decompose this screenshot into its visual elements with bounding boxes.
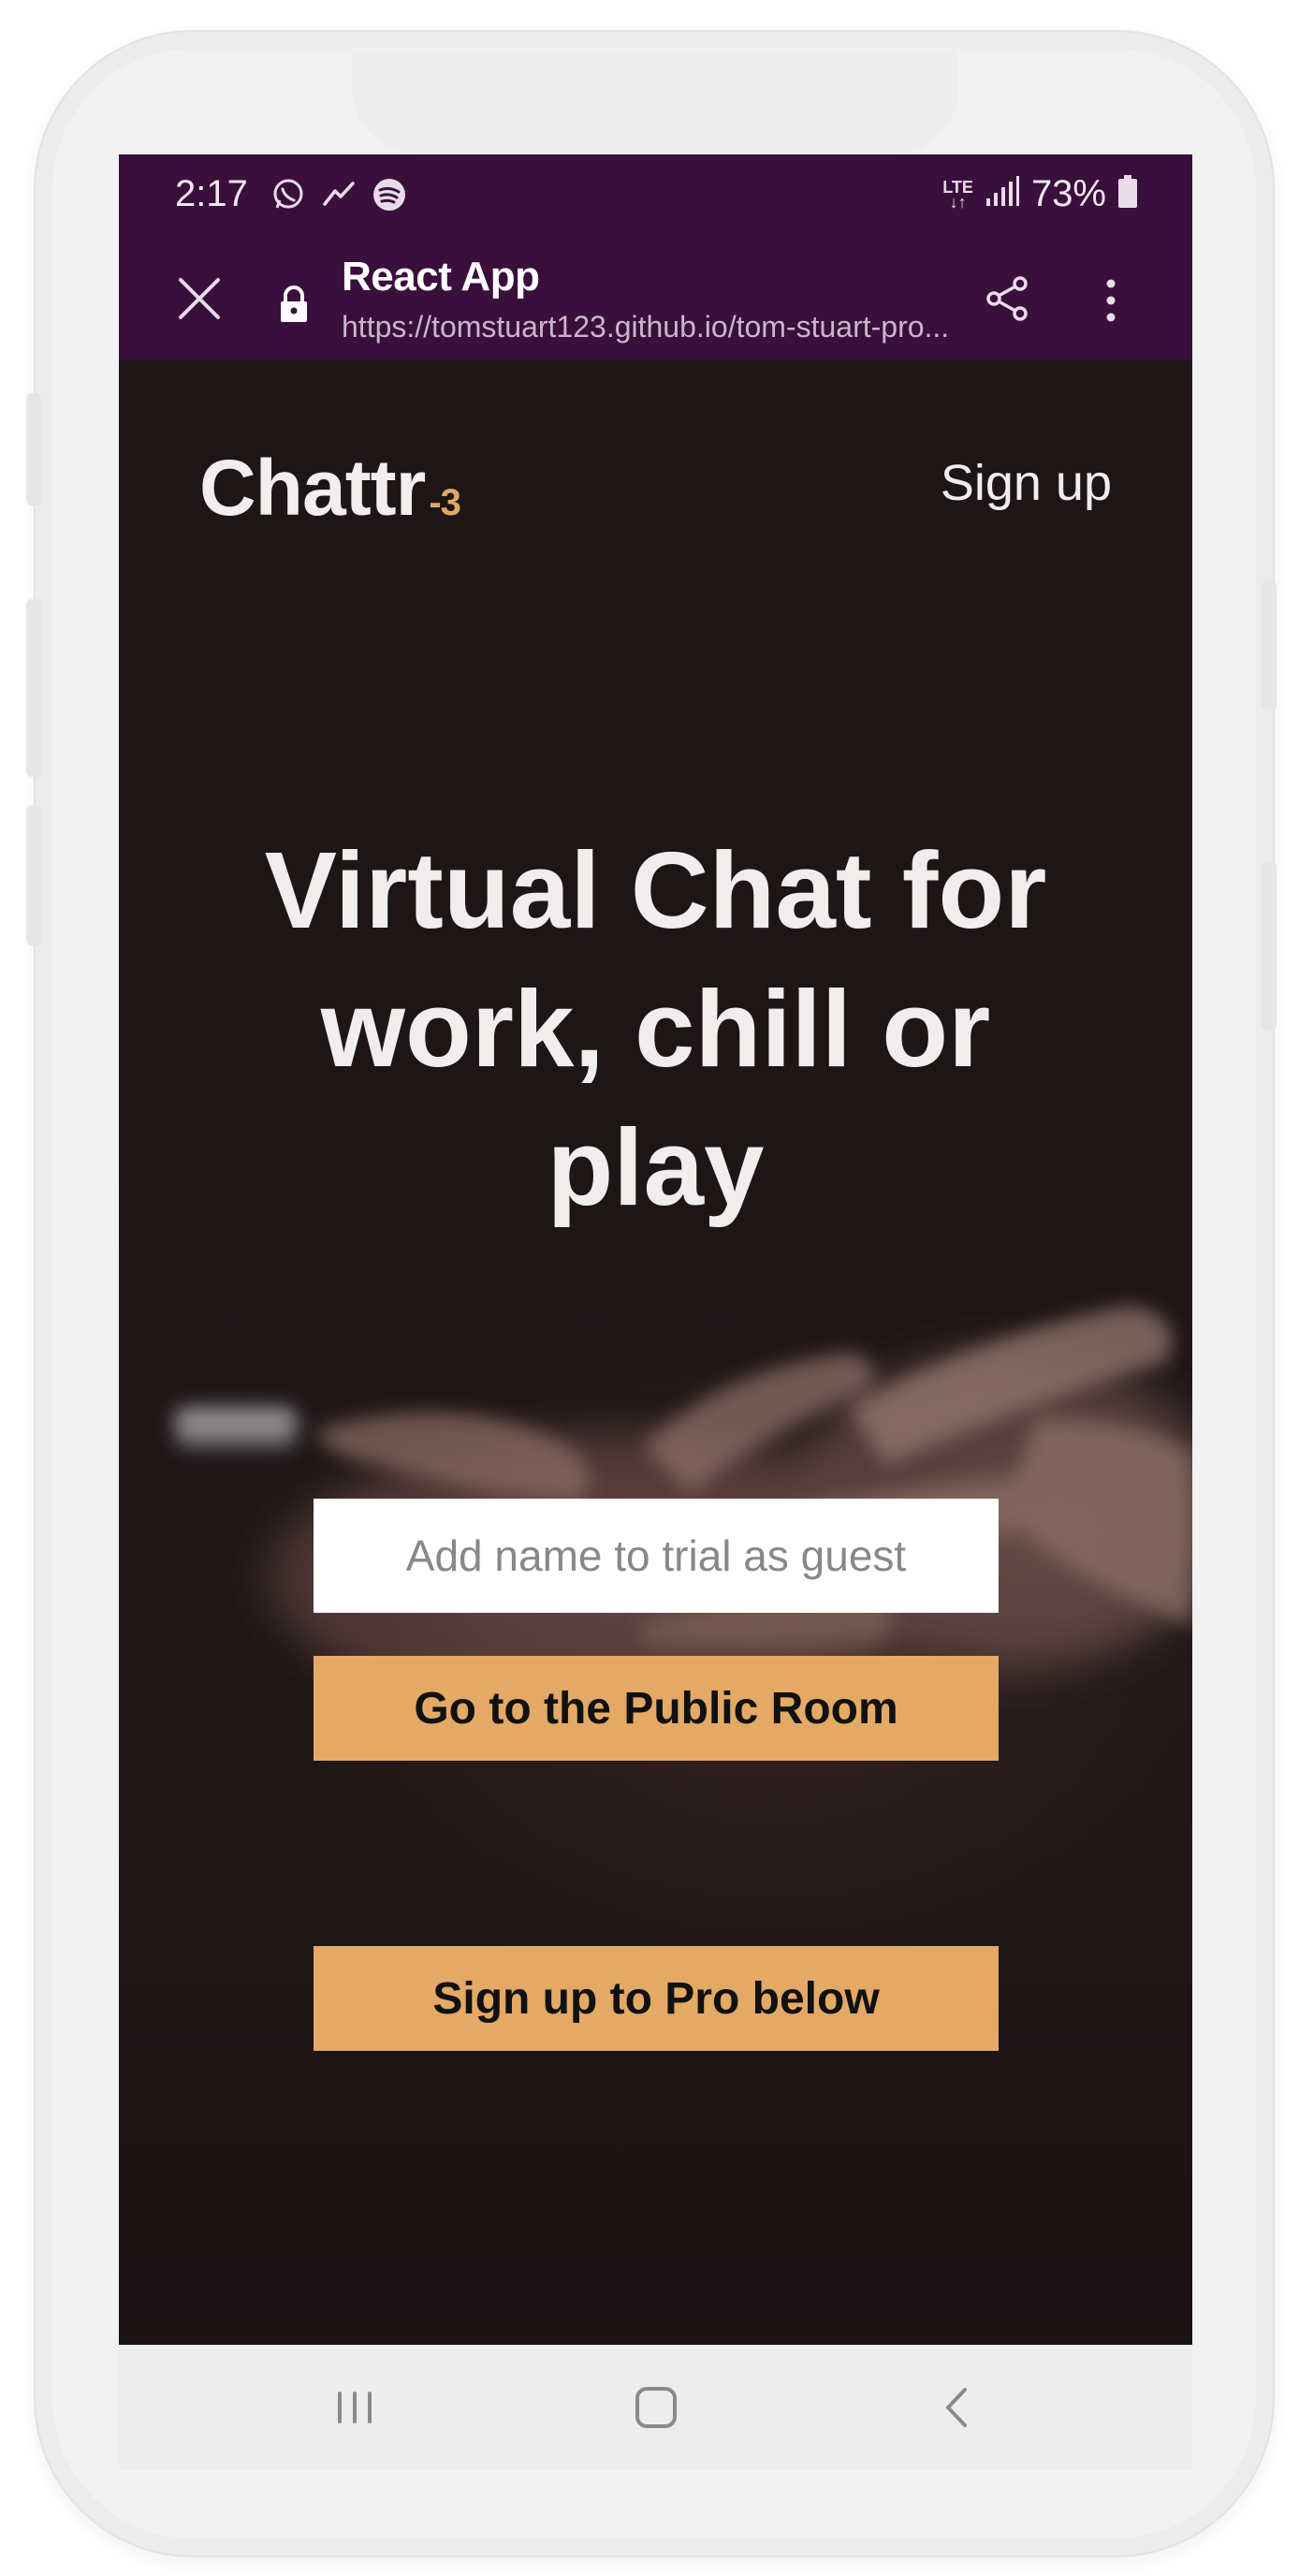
signal-icon — [985, 176, 1020, 212]
guest-name-input[interactable] — [314, 1499, 999, 1613]
phone-side-button — [26, 805, 41, 945]
close-icon[interactable] — [175, 274, 224, 323]
phone-notch — [352, 51, 958, 154]
status-time: 2:17 — [175, 173, 248, 214]
logo-suffix: -3 — [429, 482, 461, 523]
whatsapp-icon — [270, 177, 306, 212]
lock-icon — [278, 285, 310, 323]
hero-title: Virtual Chat for work, chill or play — [175, 821, 1136, 1237]
home-icon[interactable] — [628, 2382, 684, 2433]
battery-icon — [1117, 175, 1138, 213]
battery-percent: 73% — [1030, 173, 1106, 214]
phone-screen: 2:17 LTE ↓↑ 73% React App https://tomstu… — [119, 154, 1192, 2470]
page-title: React App — [342, 254, 540, 300]
trend-icon — [321, 177, 357, 212]
recent-apps-icon[interactable] — [327, 2382, 383, 2433]
hero-title-line: play — [547, 1106, 765, 1228]
phone-side-button — [26, 599, 41, 777]
signup-pro-button[interactable]: Sign up to Pro below — [314, 1946, 999, 2051]
phone-side-button — [26, 393, 41, 505]
spotify-icon — [372, 177, 407, 212]
system-status-icons: LTE ↓↑ 73% — [942, 173, 1138, 215]
status-bar: 2:17 LTE ↓↑ 73% — [119, 154, 1192, 237]
browser-toolbar: React App https://tomstuart123.github.io… — [119, 237, 1192, 362]
logo-text: Chattr — [199, 444, 426, 532]
back-icon[interactable] — [929, 2382, 985, 2433]
lte-icon: LTE ↓↑ — [942, 177, 973, 212]
share-icon[interactable] — [985, 274, 1031, 323]
hero-title-line: Virtual Chat for — [264, 829, 1047, 951]
phone-side-button — [1262, 580, 1277, 711]
brand-logo[interactable]: Chattr -3 — [199, 443, 461, 534]
notification-icons — [270, 177, 407, 212]
system-nav-bar — [119, 2345, 1192, 2470]
signup-link[interactable]: Sign up — [941, 454, 1112, 512]
phone-side-button — [1262, 861, 1277, 1030]
landing-page: Chattr -3 Sign up Virtual Chat for work, … — [119, 360, 1192, 2345]
more-vert-icon[interactable] — [1100, 276, 1122, 325]
public-room-button[interactable]: Go to the Public Room — [314, 1656, 999, 1761]
url-text[interactable]: https://tomstuart123.github.io/tom-stuar… — [342, 310, 978, 344]
hero-title-line: work, chill or — [320, 968, 991, 1090]
